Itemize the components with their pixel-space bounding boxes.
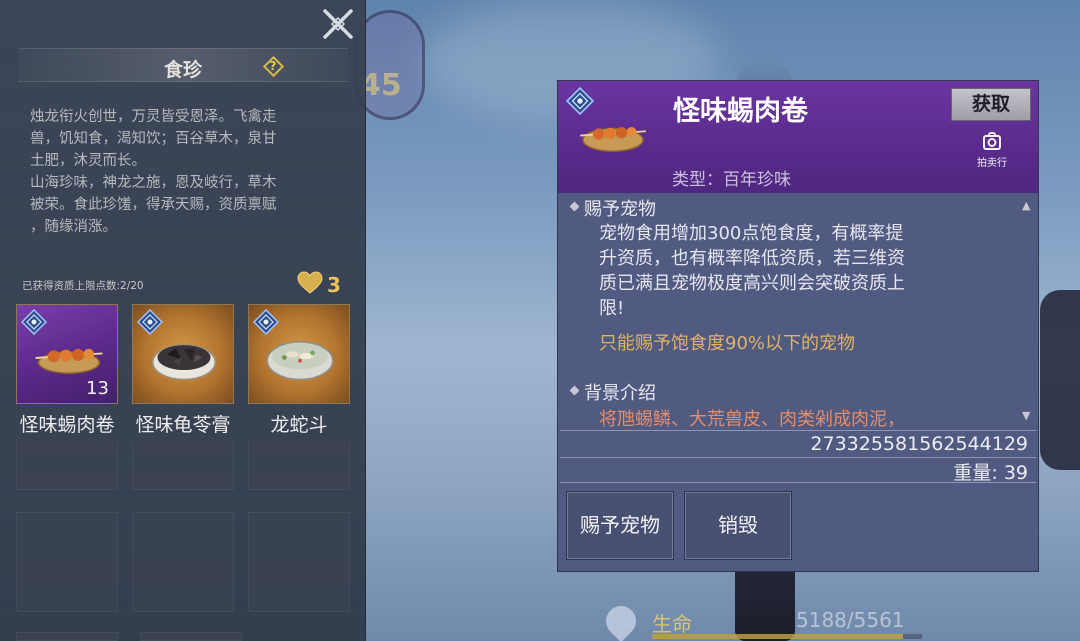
panel-description: 烛龙衔火创世，万灵皆受恩泽。飞禽走 兽，饥知食，渴知饮；百谷草木，泉甘 土肥，沐… xyxy=(30,109,277,235)
item-tooltip: 怪味蜴肉卷 获取 拍卖行 类型：百年珍味 赐予宠物 宠物食用增加300点饱食度，… xyxy=(557,80,1039,572)
item-quantity: 13 xyxy=(86,378,109,399)
item-type: 类型：百年珍味 xyxy=(672,170,791,190)
help-question-mark: ? xyxy=(269,59,277,73)
heart-icon xyxy=(297,271,323,294)
panel-title: 食珍 xyxy=(163,59,202,81)
background-creature-silhouette xyxy=(1040,290,1080,470)
section-warning: 只能赐予饱食度90%以下的宠物 xyxy=(599,333,856,354)
item-weight: 重量: 39 xyxy=(953,462,1028,484)
section-text-background: 将虺蜴鳞、大荒兽皮、肉类剁成肉泥， xyxy=(599,409,905,429)
scroll-down-icon[interactable]: ▼ xyxy=(1022,409,1030,422)
divider xyxy=(560,482,1036,483)
turtle-jelly-bowl-icon xyxy=(152,344,216,381)
meat-roll-skewer-icon xyxy=(35,348,103,374)
section-text-gift: 宠物食用增加300点饱食度，有概率提 升资质，也有概率降低资质，若三维资 质已满… xyxy=(599,223,905,319)
close-icon xyxy=(323,9,353,39)
food-slot-1[interactable]: 13 xyxy=(16,304,118,404)
tooltip-header: 怪味蜴肉卷 获取 拍卖行 类型：百年珍味 xyxy=(558,81,1038,193)
divider xyxy=(560,430,1036,431)
empty-slot xyxy=(16,442,118,490)
gift-pet-button[interactable]: 赐予宠物 xyxy=(566,491,674,560)
close-button[interactable] xyxy=(318,4,358,44)
empty-slot xyxy=(132,512,234,612)
section-heading-gift: 赐予宠物 xyxy=(584,195,656,221)
food-slot-3-label: 龙蛇斗 xyxy=(270,414,328,436)
hp-drop-icon xyxy=(599,599,643,641)
rarity-badge-icon xyxy=(21,309,47,335)
level-emblem-number: 45 xyxy=(360,68,402,103)
food-slot-3[interactable] xyxy=(248,304,350,404)
hp-fill xyxy=(652,634,904,639)
help-button[interactable]: ? xyxy=(262,55,284,77)
hp-bar: 生命 5188/5561 xyxy=(599,598,930,641)
obtain-button[interactable]: 获取 xyxy=(951,88,1031,121)
food-slot-1-label: 怪味蜴肉卷 xyxy=(19,414,115,436)
section-heading-background: 背景介绍 xyxy=(584,379,656,405)
pet-food-panel: 食珍 ? 烛龙衔火创世，万灵皆受恩泽。飞禽走 兽，饥知食，渴知饮；百谷草木，泉甘… xyxy=(0,0,366,641)
empty-slot xyxy=(248,442,350,490)
empty-slot xyxy=(132,442,234,490)
destroy-button[interactable]: 销毁 xyxy=(684,491,792,560)
tooltip-description-scroll[interactable]: 赐予宠物 宠物食用增加300点饱食度，有概率提 升资质，也有概率降低资质，若三维… xyxy=(558,193,1038,429)
hp-label: 生命 xyxy=(652,612,692,636)
empty-slot xyxy=(16,512,118,612)
item-name: 怪味蜴肉卷 xyxy=(673,96,808,127)
auction-house-button[interactable]: 拍卖行 xyxy=(970,131,1014,171)
empty-slot xyxy=(248,512,350,612)
empty-slot xyxy=(16,632,118,641)
auction-house-icon xyxy=(983,132,1001,150)
item-id: 273325581562544129 xyxy=(810,433,1028,455)
hp-track xyxy=(652,634,922,639)
scroll-up-icon[interactable]: ▲ xyxy=(1022,199,1030,212)
empty-slot xyxy=(140,632,242,641)
panel-title-bar: 食珍 ? xyxy=(18,48,348,82)
dragon-snake-soup-bowl-icon xyxy=(266,341,334,381)
heart-count: 3 xyxy=(327,273,341,297)
qualification-cap-count: 已获得资质上限点数:2/20 xyxy=(22,280,144,292)
food-slot-2-label: 怪味龟苓膏 xyxy=(135,414,231,436)
hp-value: 5188/5561 xyxy=(796,608,905,632)
food-slot-2[interactable] xyxy=(132,304,234,404)
auction-house-label: 拍卖行 xyxy=(977,158,1007,169)
